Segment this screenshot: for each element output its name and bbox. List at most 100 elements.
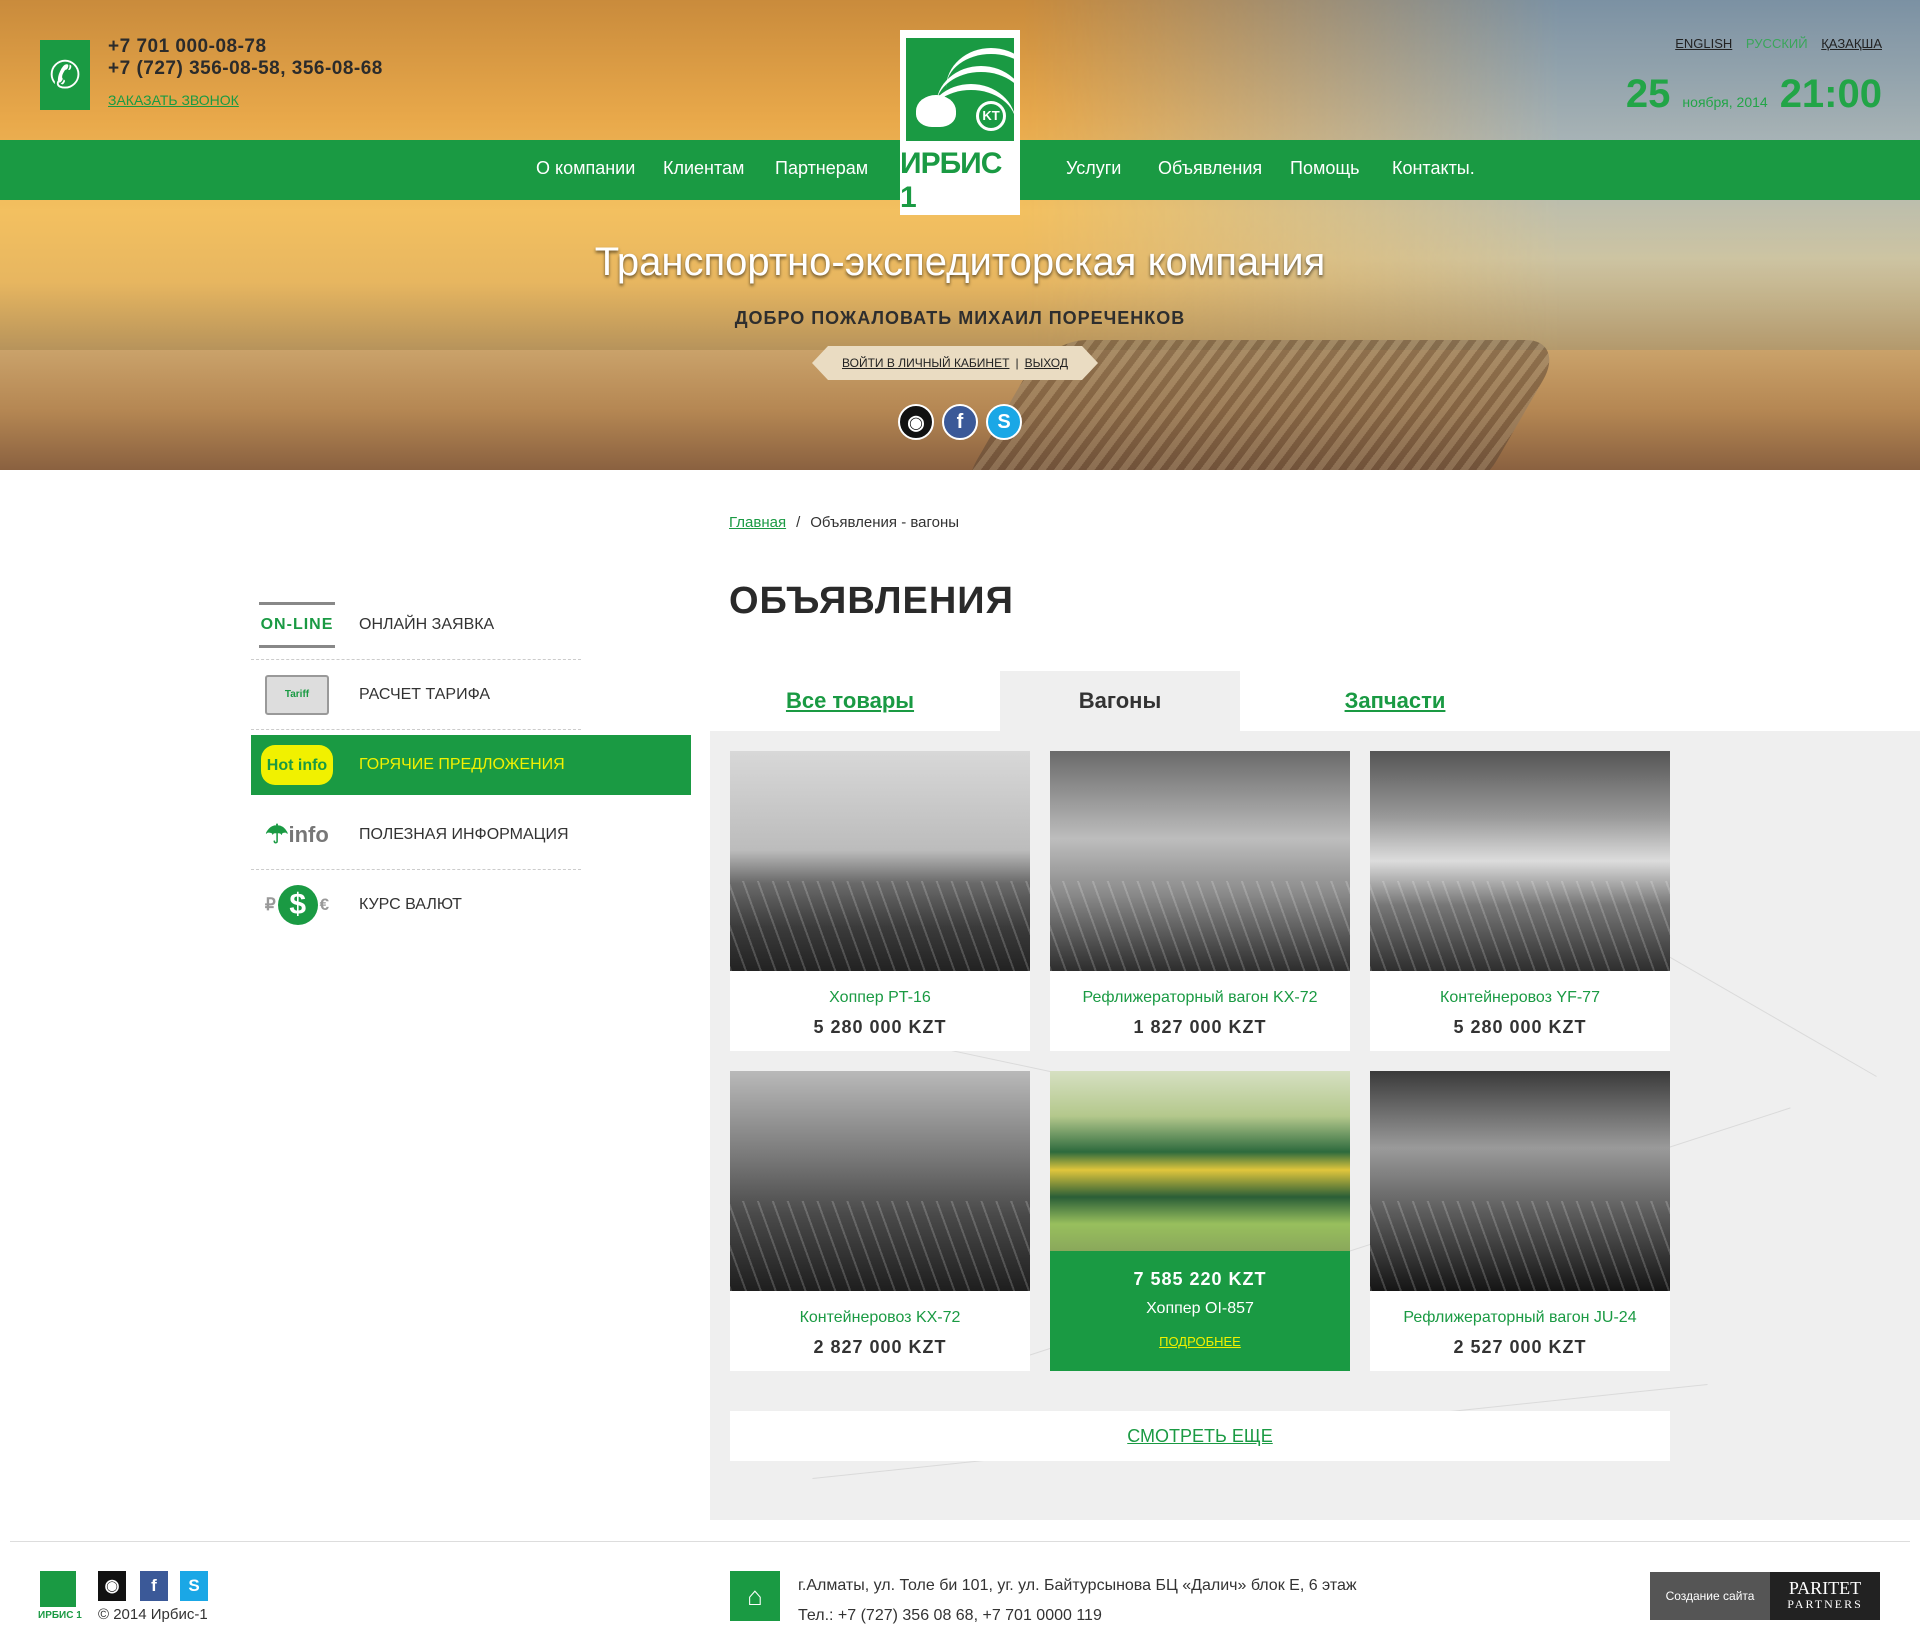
footer-divider [10,1541,1910,1542]
dollar-icon-label: $ [277,885,318,925]
logo-text: ИРБИС 1 [900,147,1002,214]
umbrella-info-icon: ☂ info [265,819,329,849]
page-title: ОБЪЯВЛЕНИЯ [729,580,1014,622]
nav-clients[interactable]: Клиентам [663,140,744,200]
hot-info-icon: Hot info [259,742,335,788]
header-phones: +7 701 000-08-78 +7 (727) 356-08-58, 356… [108,36,383,110]
footer-logo-text: ИРБИС 1 [38,1610,82,1621]
footer-logo-icon[interactable] [40,1571,76,1607]
sidebar-item-label: РАСЧЕТ ТАРИФА [359,685,491,703]
listing-price: 5 280 000 KZT [1453,1017,1587,1037]
sidebar-item-currency[interactable]: ₽ $ € КУРС ВАЛЮТ [251,870,581,940]
listing-title[interactable]: Рефлижераторный вагон JU-24 [1370,1309,1670,1327]
date-day: 25 [1625,72,1671,116]
show-more-button[interactable]: СМОТРЕТЬ ЕЩЕ [730,1411,1670,1461]
developer-brand: PARITET [1788,1578,1862,1598]
sidebar-item-online-order[interactable]: ON-LINE ОНЛАЙН ЗАЯВКА [251,590,581,660]
developer-badge[interactable]: Создание сайта PARITET PARTNERS [1650,1572,1880,1620]
category-tabs: Все товары Вагоны Запчасти [710,671,1920,731]
nav-contacts[interactable]: Контакты. [1392,140,1475,200]
developer-label: Создание сайта [1665,1589,1755,1603]
facebook-icon[interactable]: f [140,1571,168,1601]
currency-icon: ₽ $ € [259,882,335,928]
tab-spare-parts[interactable]: Запчасти [1250,671,1540,731]
logo-badge: KT [976,101,1006,131]
sidebar: ON-LINE ОНЛАЙН ЗАЯВКА Tariff РАСЧЕТ ТАРИ… [251,590,691,940]
online-icon: ON-LINE [259,601,335,648]
listing-price: 2 827 000 KZT [813,1337,947,1357]
date-month: ноября, 2014 [1682,94,1768,110]
breadcrumb-current: Объявления - вагоны [810,514,960,531]
nav-services[interactable]: Услуги [1066,140,1121,200]
language-switcher: ENGLISH РУССКИЙ ҚАЗАҚША [1665,36,1882,51]
developer-logo: PARITET PARTNERS [1770,1572,1880,1620]
listing-card-highlighted[interactable]: 7 585 220 KZT Хоппер OI-857 ПОДРОБНЕЕ [1050,1071,1350,1371]
tab-wagons[interactable]: Вагоны [1000,671,1240,731]
nav-about[interactable]: О компании [536,140,635,200]
instagram-icon[interactable]: ◉ [898,404,934,440]
details-link[interactable]: ПОДРОБНЕЕ [1050,1334,1350,1349]
nav-ads[interactable]: Объявления [1158,140,1262,200]
hero-tagline: Транспортно-экспедиторская компания [594,240,1326,284]
listing-price: 2 527 000 KZT [1453,1337,1587,1357]
facebook-icon[interactable]: f [942,404,978,440]
listing-title[interactable]: Хоппер OI-857 [1050,1300,1350,1318]
listing-title[interactable]: Контейнеровоз KX-72 [730,1309,1030,1327]
listing-title[interactable]: Хоппер PT-16 [730,989,1030,1007]
sidebar-item-tariff[interactable]: Tariff РАСЧЕТ ТАРИФА [251,660,581,730]
listing-title[interactable]: Контейнеровоз YF-77 [1370,989,1670,1007]
listing-photo [1370,751,1670,971]
listing-photo [1050,1071,1350,1251]
lang-kazakh[interactable]: ҚАЗАҚША [1821,36,1882,51]
hero-social: ◉ f S [898,404,1022,440]
listing-title[interactable]: Рефлижераторный вагон KX-72 [1050,989,1350,1007]
listing-photo [1050,751,1350,971]
cabinet-link[interactable]: ВОЙТИ В ЛИЧНЫЙ КАБИНЕТ [842,356,1009,370]
footer-contacts: г.Алматы, ул. Толе би 101, уг. ул. Байту… [798,1571,1357,1631]
listing-price: 5 280 000 KZT [813,1017,947,1037]
logout-link[interactable]: ВЫХОД [1025,356,1068,370]
lang-russian[interactable]: РУССКИЙ [1746,36,1808,51]
sidebar-item-label: КУРС ВАЛЮТ [359,896,462,913]
sidebar-item-label: ГОРЯЧИЕ ПРЕДЛОЖЕНИЯ [359,756,565,773]
listing-photo [730,1071,1030,1291]
site-logo[interactable]: KT ИРБИС 1 [900,30,1020,215]
skype-icon[interactable]: S [180,1571,208,1601]
listing-card[interactable]: Контейнеровоз KX-72 2 827 000 KZT [730,1071,1030,1371]
account-ribbon: ВОЙТИ В ЛИЧНЫЙ КАБИНЕТ | ВЫХОД [812,346,1098,380]
sidebar-item-label: ОНЛАЙН ЗАЯВКА [359,615,495,633]
request-callback-link[interactable]: ЗАКАЗАТЬ ЗВОНОК [108,92,239,108]
hero-banner: ✆ +7 701 000-08-78 +7 (727) 356-08-58, 3… [0,0,1920,470]
listing-card[interactable]: Рефлижераторный вагон JU-24 2 527 000 KZ… [1370,1071,1670,1371]
listing-price: 1 827 000 KZT [1133,1017,1267,1037]
tariff-icon-label: Tariff [265,674,329,715]
home-icon: ⌂ [730,1571,780,1621]
tab-all-goods[interactable]: Все товары [730,671,970,731]
clock-time: 21:00 [1779,72,1882,116]
logo-mark-icon: KT [906,38,1014,141]
sidebar-item-label: ПОЛЕЗНАЯ ИНФОРМАЦИЯ [359,825,569,843]
nav-partners[interactable]: Партнерам [775,140,868,200]
sidebar-item-hot-offers[interactable]: Hot info ГОРЯЧИЕ ПРЕДЛОЖЕНИЯ [251,735,691,795]
phone-icon: ✆ [40,40,90,110]
breadcrumb: Главная / Объявления - вагоны [729,514,960,531]
calculator-icon: Tariff [259,672,335,718]
date-time: 25 ноября, 2014 21:00 [1626,72,1882,117]
listing-photo [730,751,1030,971]
welcome-message: ДОБРО ПОЖАЛОВАТЬ МИХАИЛ ПОРЕЧЕНКОВ [734,308,1186,328]
listing-card[interactable]: Хоппер PT-16 5 280 000 KZT [730,751,1030,1051]
copyright: © 2014 Ирбис-1 [98,1606,208,1623]
listing-card[interactable]: Контейнеровоз YF-77 5 280 000 KZT [1370,751,1670,1051]
skype-icon[interactable]: S [986,404,1022,440]
phone-number-1: +7 701 000-08-78 [108,36,267,57]
listing-photo [1370,1071,1670,1291]
sidebar-item-useful-info[interactable]: ☂ info ПОЛЕЗНАЯ ИНФОРМАЦИЯ [251,800,581,870]
nav-help[interactable]: Помощь [1290,140,1360,200]
instagram-icon[interactable]: ◉ [98,1571,126,1601]
breadcrumb-home[interactable]: Главная [729,514,786,531]
hot-info-label: Hot info [261,745,333,785]
footer-address: г.Алматы, ул. Толе би 101, уг. ул. Байту… [798,1577,1357,1594]
lang-english[interactable]: ENGLISH [1675,36,1732,51]
listing-card[interactable]: Рефлижераторный вагон KX-72 1 827 000 KZ… [1050,751,1350,1051]
footer-phones: Тел.: +7 (727) 356 08 68, +7 701 0000 11… [798,1607,1102,1624]
